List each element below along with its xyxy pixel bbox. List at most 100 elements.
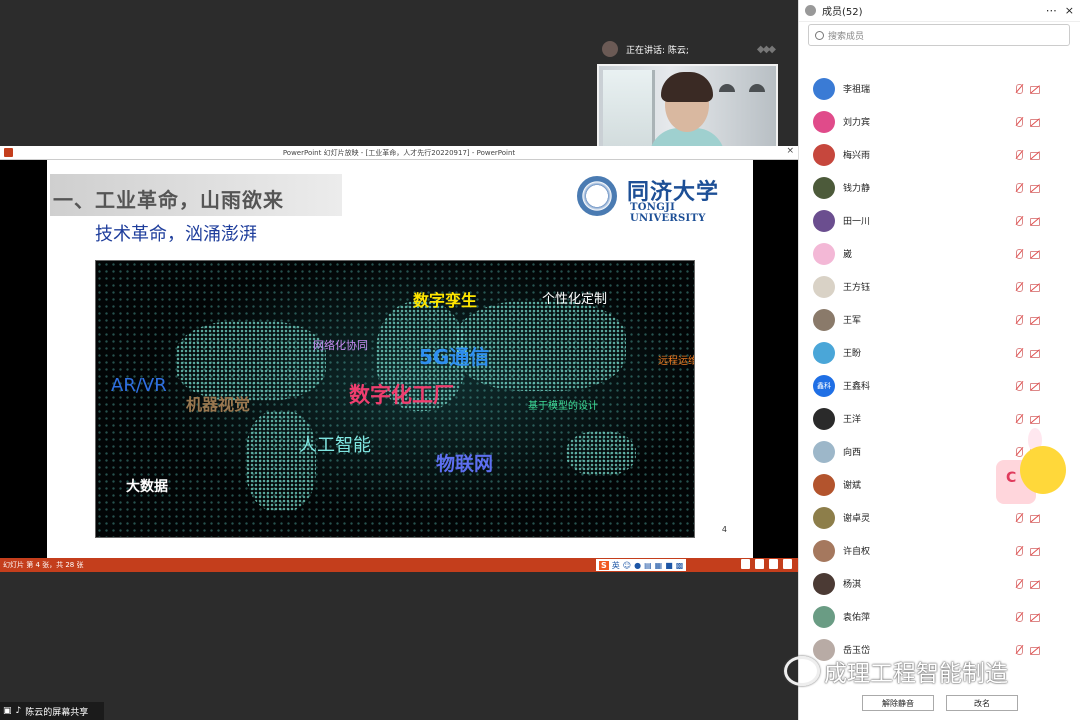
member-row[interactable]: 刘力宾 xyxy=(799,105,1080,138)
camera-off-icon[interactable] xyxy=(1029,116,1041,128)
member-name: 许自权 xyxy=(843,547,871,557)
speaker-avatar xyxy=(602,41,618,57)
mic-muted-icon[interactable] xyxy=(1013,83,1025,95)
member-search-box[interactable]: 搜索成员 xyxy=(808,24,1070,46)
member-name: 王盼 xyxy=(843,349,862,359)
keyword-iot: 物联网 xyxy=(436,453,494,475)
camera-off-icon[interactable] xyxy=(1029,83,1041,95)
university-emblem-icon xyxy=(577,176,617,216)
sorter-view-icon[interactable] xyxy=(755,559,764,569)
camera-off-icon[interactable] xyxy=(1029,611,1041,623)
speaker-indicator: 正在讲话: 陈云; ◆◆◆ xyxy=(598,38,780,60)
mic-muted-icon[interactable] xyxy=(1013,314,1025,326)
close-icon[interactable]: × xyxy=(786,146,794,156)
camera-off-icon[interactable] xyxy=(1029,314,1041,326)
watermark-text: 成理工程智能制造 xyxy=(824,661,1008,687)
members-title: 成员(52) xyxy=(822,7,863,18)
sogou-ime-icon[interactable]: S xyxy=(599,560,609,570)
university-name-en: TONGJI UNIVERSITY xyxy=(630,202,706,224)
meeting-app-icon xyxy=(805,5,816,16)
mic-muted-icon[interactable] xyxy=(1013,149,1025,161)
ime-skin-icon[interactable]: ■ xyxy=(665,561,673,570)
camera-off-icon[interactable] xyxy=(1029,149,1041,161)
mic-muted-icon[interactable] xyxy=(1013,116,1025,128)
member-row[interactable]: 许自权 xyxy=(799,534,1080,567)
camera-off-icon[interactable] xyxy=(1029,644,1041,656)
mic-muted-icon[interactable] xyxy=(1013,248,1025,260)
member-row[interactable]: 袁佑萍 xyxy=(799,600,1080,633)
member-row[interactable]: 鑫科 王鑫科 xyxy=(799,369,1080,402)
camera-off-icon[interactable] xyxy=(1029,578,1041,590)
member-name: 田一川 xyxy=(843,217,871,227)
more-dots-icon[interactable]: ◆◆◆ xyxy=(757,44,776,55)
ime-toolbox-icon[interactable]: ▩ xyxy=(676,561,684,570)
screen-share-icon: ▣ xyxy=(3,706,12,716)
close-panel-icon[interactable]: × xyxy=(1065,4,1074,17)
keyword-digital-twin: 数字孪生 xyxy=(413,291,478,310)
avatar xyxy=(813,539,835,562)
members-footer: 解除静音 改名 xyxy=(799,686,1080,720)
member-name: 梅兴雨 xyxy=(843,151,871,161)
powerpoint-window[interactable]: PowerPoint 幻灯片放映 - [工业革命，人才先行20220917] -… xyxy=(0,146,798,572)
mic-muted-icon[interactable] xyxy=(1013,215,1025,227)
camera-off-icon[interactable] xyxy=(1029,215,1041,227)
more-options-icon[interactable]: ⋯ xyxy=(1046,4,1057,17)
member-row[interactable]: 杨淇 xyxy=(799,567,1080,600)
members-panel[interactable]: 成员(52) ⋯ × 搜索成员 李祖瑞刘力宾梅兴雨钱力静田一川崴王方钰 王军王盼鑫… xyxy=(798,0,1080,720)
ime-settings-icon[interactable]: ▦ xyxy=(655,561,663,570)
member-row[interactable]: 李祖瑞 xyxy=(799,72,1080,105)
ppt-status-bar: 幻灯片 第 4 张，共 28 张 S 英 ☺ ● ▤ ▦ ■ ▩ xyxy=(0,558,798,572)
keyword-remote-ops: 远程运维 xyxy=(658,356,695,367)
ppt-window-title: PowerPoint 幻灯片放映 - [工业革命，人才先行20220917] -… xyxy=(282,148,516,157)
keyword-ar-vr: AR/VR xyxy=(111,375,167,396)
member-row[interactable]: 王军 xyxy=(799,303,1080,336)
mic-muted-icon[interactable] xyxy=(1013,347,1025,359)
mic-muted-icon[interactable] xyxy=(1013,644,1025,656)
member-row[interactable]: 田一川 xyxy=(799,204,1080,237)
world-map-graphic: 数字孪生 个性化定制 网络化协同 5G通信 远程运维 AR/VR 机器视觉 数字… xyxy=(95,260,695,538)
unmute-all-button[interactable]: 解除静音 xyxy=(862,695,934,711)
screen-share-label[interactable]: ▣ ♪ 陈云的屏幕共享 xyxy=(0,702,104,720)
camera-off-icon[interactable] xyxy=(1029,182,1041,194)
slideshow-view-icon[interactable] xyxy=(783,559,792,569)
mic-muted-icon[interactable] xyxy=(1013,281,1025,293)
member-search-input[interactable]: 搜索成员 xyxy=(828,29,864,42)
camera-off-icon[interactable] xyxy=(1029,281,1041,293)
member-name: 刘力宾 xyxy=(843,118,871,128)
normal-view-icon[interactable] xyxy=(741,559,750,569)
reading-view-icon[interactable] xyxy=(769,559,778,569)
camera-off-icon[interactable] xyxy=(1029,347,1041,359)
member-name: 王鑫科 xyxy=(843,382,871,392)
member-row[interactable]: 梅兴雨 xyxy=(799,138,1080,171)
member-row[interactable]: 钱力静 xyxy=(799,171,1080,204)
member-row[interactable]: 王盼 xyxy=(799,336,1080,369)
continent-oceania xyxy=(566,431,636,476)
member-list[interactable]: 李祖瑞 刘力宾 梅兴雨 钱力静 田一川崴王方钰 王军 王盼 鑫科 王鑫科 王洋 向西 谢斌 谢卓灵 许自权… xyxy=(799,72,1080,666)
keyword-big-data: 大数据 xyxy=(126,479,168,495)
now-speaking-text: 正在讲话: 陈云; xyxy=(626,45,689,56)
slide-stage[interactable]: 一、工业革命，山雨欲来 技术革命，汹涌澎湃 同济大学 TONGJI UNIVER… xyxy=(0,160,798,558)
mic-muted-icon[interactable] xyxy=(1013,380,1025,392)
camera-off-icon[interactable] xyxy=(1029,248,1041,260)
mic-muted-icon[interactable] xyxy=(1013,182,1025,194)
mic-muted-icon[interactable] xyxy=(1013,545,1025,557)
rename-button[interactable]: 改名 xyxy=(946,695,1018,711)
ime-language[interactable]: 英 xyxy=(612,560,620,571)
member-row[interactable]: 崴 xyxy=(799,237,1080,270)
ime-toolbar[interactable]: S 英 ☺ ● ▤ ▦ ■ ▩ xyxy=(596,559,687,571)
camera-off-icon[interactable] xyxy=(1029,545,1041,557)
search-icon xyxy=(815,30,824,40)
microphone-icon[interactable]: ● xyxy=(634,561,641,570)
mic-muted-icon[interactable] xyxy=(1013,578,1025,590)
share-label-text: 陈云的屏幕共享 xyxy=(25,707,89,718)
camera-off-icon[interactable] xyxy=(1029,380,1041,392)
member-row[interactable]: 王方钰 xyxy=(799,270,1080,303)
keyboard-icon[interactable]: ▤ xyxy=(644,561,652,570)
mic-muted-icon[interactable] xyxy=(1013,611,1025,623)
continent-americas-south xyxy=(246,411,316,511)
member-name: 钱力静 xyxy=(843,184,871,194)
slide[interactable]: 一、工业革命，山雨欲来 技术革命，汹涌澎湃 同济大学 TONGJI UNIVER… xyxy=(47,160,753,558)
emoji-icon[interactable]: ☺ xyxy=(623,561,631,570)
ppt-titlebar: PowerPoint 幻灯片放映 - [工业革命，人才先行20220917] -… xyxy=(0,146,798,160)
avatar xyxy=(813,308,835,331)
